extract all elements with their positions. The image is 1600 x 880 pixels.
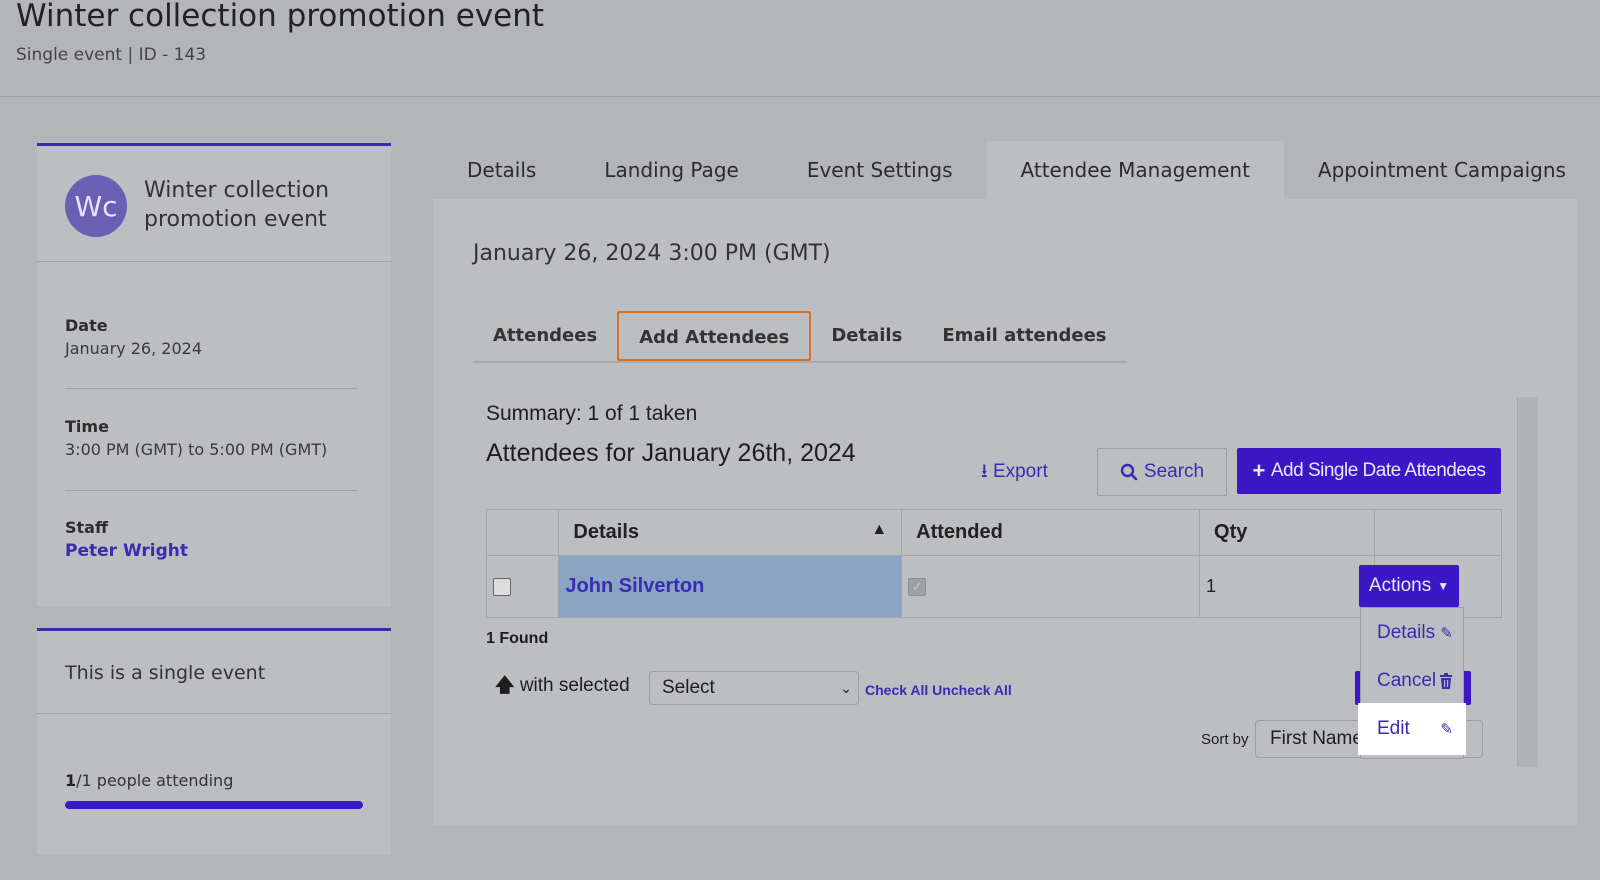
time-label: Time [65,417,109,436]
event-status-card: This is a single event 1/1 people attend… [37,628,391,854]
page-subtitle: Single event | ID - 143 [16,45,207,65]
actions-dropdown-menu: Details ✎ Cancel Edit ✎ [1360,607,1464,759]
attendees-table: Details ▲ Attended Qty John Silverton ✓ … [485,509,1502,618]
attended-cell: ✓ [901,555,1201,618]
attended-checkbox: ✓ [908,578,927,597]
page-header: Winter collection promotion event Single… [0,0,1600,97]
check-all-link[interactable]: Check All [865,682,928,698]
with-selected-text: with selected [519,675,630,696]
table-header-row: Details ▲ Attended Qty [485,509,1502,556]
uncheck-all-link[interactable]: Uncheck All [932,682,1012,698]
actions-label: Actions [1368,575,1432,596]
menu-item-edit[interactable]: Edit ✎ [1361,706,1463,752]
plus-icon: + [1252,458,1266,483]
divider [65,388,357,389]
row-checkbox[interactable] [493,578,511,597]
scrollbar[interactable] [1517,397,1538,767]
event-name: Winter collection promotion event [144,178,330,232]
search-label: Search [1143,461,1205,482]
check-uncheck-links: Check All Uncheck All [865,682,1012,698]
time-value: 3:00 PM (GMT) to 5:00 PM (GMT) [65,440,328,459]
attendees-heading: Attendees for January 26th, 2024 [486,439,856,467]
download-icon: ⭳ [981,461,988,482]
search-icon [1120,463,1138,481]
attendance-progress-bar [65,801,363,809]
attendee-name-link[interactable]: John Silverton [565,575,704,597]
row-select-cell [485,555,560,618]
attending-number: 1 [65,771,77,790]
pencil-icon: ✎ [1440,721,1453,738]
subtab-add-attendees[interactable]: Add Attendees [617,311,812,361]
header-qty: Qty [1199,509,1376,556]
menu-item-details-label: Details [1377,622,1436,643]
trash-icon [1440,673,1452,689]
tab-event-settings[interactable]: Event Settings [773,141,987,199]
tab-attendee-management[interactable]: Attendee Management [986,141,1284,199]
attendance-progress-fill [65,801,363,809]
attending-text: /1 people attending [76,771,234,790]
menu-item-cancel-label: Cancel [1377,670,1437,691]
header-details[interactable]: Details ▲ [558,509,903,556]
header-attended: Attended [901,509,1201,556]
export-link[interactable]: ⭳ Export [981,457,1048,489]
menu-item-edit-label: Edit [1377,718,1410,739]
summary-text: Summary: 1 of 1 taken [486,402,698,425]
add-single-date-attendees-button[interactable]: + Add Single Date Attendees [1237,448,1501,494]
divider [65,490,357,491]
tab-landing-page[interactable]: Landing Page [570,141,772,199]
event-info-card: Wc Winter collection promotion event Dat… [37,143,391,606]
event-datetime: January 26, 2024 3:00 PM (GMT) [473,241,831,266]
avatar: Wc [65,175,127,237]
header-select [485,509,560,556]
arrow-up-icon: 🡅 [495,675,515,696]
found-count: 1 Found [486,630,549,647]
actions-button[interactable]: Actions ▼ [1359,565,1459,607]
bulk-action-value: Select [662,677,715,698]
with-selected-label: 🡅 with selected [495,671,630,703]
tab-appointment-campaigns[interactable]: Appointment Campaigns [1284,141,1600,199]
header-actions [1374,509,1502,556]
event-type-text: This is a single event [65,662,266,684]
date-label: Date [65,316,108,335]
sort-ascending-icon: ▲ [871,521,888,538]
subtab-attendees[interactable]: Attendees [473,311,617,361]
divider [37,261,391,262]
add-attendees-label: Add Single Date Attendees [1270,460,1486,481]
subtab-email-attendees[interactable]: Email attendees [922,311,1126,361]
search-button[interactable]: Search [1097,448,1227,496]
tab-details[interactable]: Details [433,141,570,199]
sort-by-label: Sort by [1201,731,1249,748]
export-label: Export [992,461,1048,482]
event-tabs: Details Landing Page Event Settings Atte… [433,141,1600,199]
attendee-name-cell: John Silverton [558,555,903,618]
staff-label: Staff [65,518,108,537]
pencil-icon: ✎ [1440,625,1453,642]
staff-link[interactable]: Peter Wright [65,541,188,561]
divider [37,713,391,714]
chevron-down-icon: ⌄ [840,680,852,696]
qty-cell: 1 [1199,555,1376,618]
caret-down-icon: ▼ [1437,579,1450,593]
table-row: John Silverton ✓ 1 [485,555,1502,618]
attendee-subtabs: Attendees Add Attendees Details Email at… [473,311,1127,363]
menu-item-cancel[interactable]: Cancel [1361,658,1463,704]
attending-count: 1/1 people attending [65,771,233,790]
date-value: January 26, 2024 [65,339,202,358]
bulk-action-select[interactable]: Select ⌄ [649,671,859,705]
menu-item-details[interactable]: Details ✎ [1361,610,1463,656]
page-title: Winter collection promotion event [16,0,545,34]
header-details-label: Details [573,521,640,543]
subtab-details[interactable]: Details [811,311,922,361]
